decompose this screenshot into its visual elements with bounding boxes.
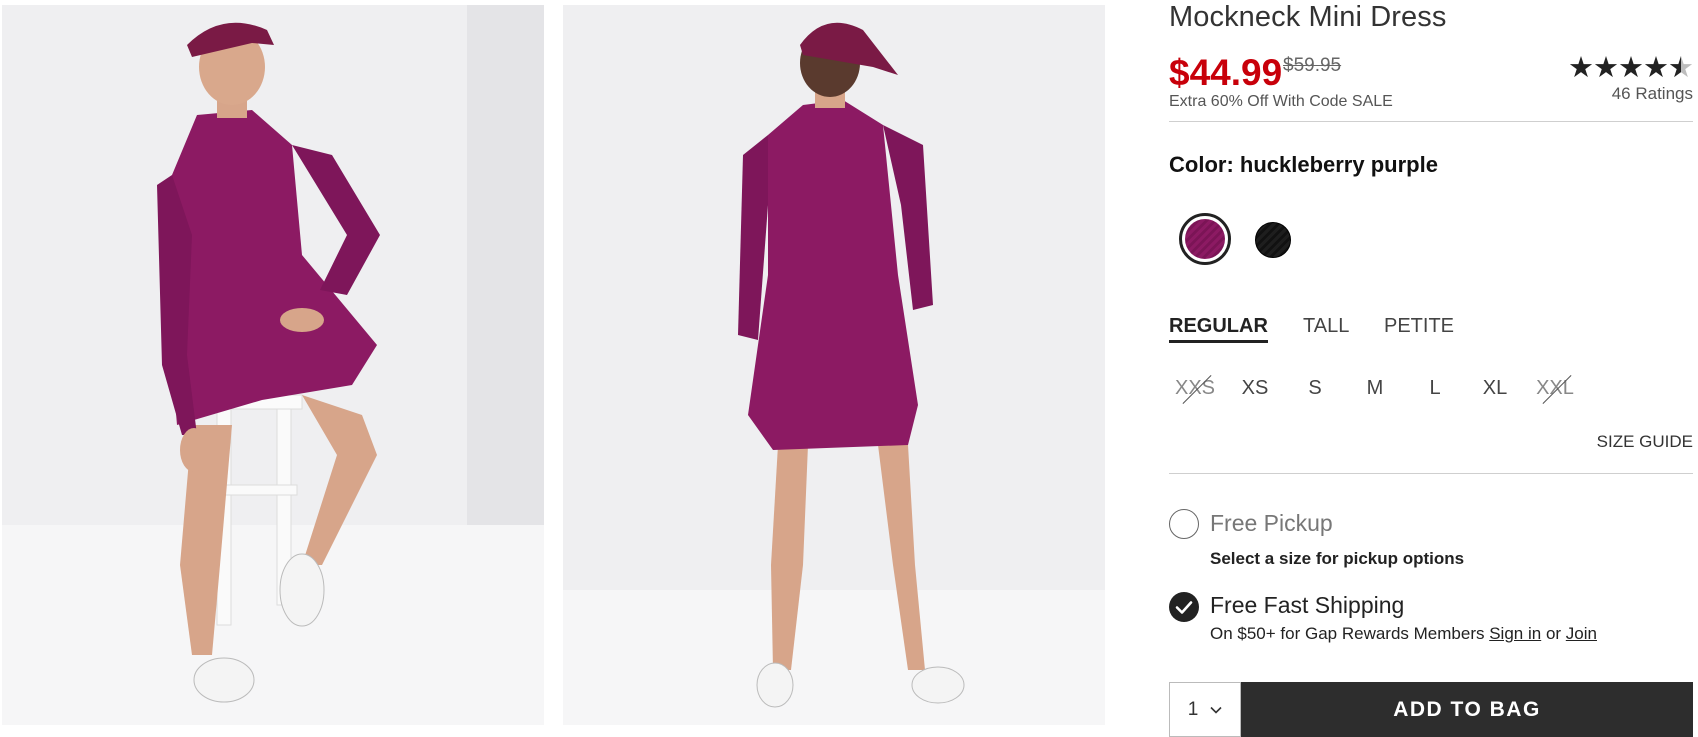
sign-in-link[interactable]: Sign in <box>1489 624 1541 643</box>
size-guide-link[interactable]: SIZE GUIDE <box>1597 432 1693 452</box>
size-m[interactable]: M <box>1345 377 1405 400</box>
size-xxl[interactable]: XXL <box>1525 377 1585 400</box>
size-xl[interactable]: XL <box>1465 377 1525 400</box>
star-icon: ★ <box>1593 52 1619 84</box>
shipping-note: On $50+ for Gap Rewards Members Sign in … <box>1210 624 1597 644</box>
product-image-front[interactable] <box>2 5 544 725</box>
size-s[interactable]: S <box>1285 377 1345 400</box>
tab-tall[interactable]: TALL <box>1303 315 1349 338</box>
or-text: or <box>1545 624 1562 643</box>
star-rating[interactable]: ★★★★★ ★ <box>1568 50 1694 85</box>
divider <box>1169 473 1693 474</box>
join-link[interactable]: Join <box>1566 624 1597 643</box>
checkmark-icon <box>1175 601 1193 614</box>
size-xxs[interactable]: XXS <box>1165 377 1225 400</box>
promo-text: Extra 60% Off With Code SALE <box>1169 93 1393 110</box>
tab-regular[interactable]: REGULAR <box>1169 315 1268 343</box>
model-back-illustration <box>563 5 1105 725</box>
shipping-label[interactable]: Free Fast Shipping <box>1210 592 1404 619</box>
size-xs[interactable]: XS <box>1225 377 1285 400</box>
color-label: Color: huckleberry purple <box>1169 152 1438 177</box>
product-title: Mockneck Mini Dress <box>1169 1 1447 33</box>
pickup-label[interactable]: Free Pickup <box>1210 510 1333 537</box>
size-l[interactable]: L <box>1405 377 1465 400</box>
add-to-bag-button[interactable]: ADD TO BAG <box>1241 682 1693 737</box>
chevron-down-icon <box>1210 706 1222 714</box>
sale-price: $44.99 <box>1169 52 1283 93</box>
quantity-value: 1 <box>1187 698 1199 720</box>
star-icon: ★ <box>1643 52 1669 84</box>
star-icon: ★ <box>1568 52 1594 84</box>
shipping-radio-checked[interactable] <box>1169 592 1199 622</box>
half-star-icon: ★ ★ <box>1668 52 1694 84</box>
model-front-illustration <box>2 5 544 725</box>
star-icon: ★ <box>1618 52 1644 84</box>
quantity-select[interactable]: 1 <box>1169 682 1241 737</box>
product-image-back[interactable] <box>563 5 1105 725</box>
ratings-count[interactable]: 46 Ratings <box>1612 84 1693 104</box>
tab-petite[interactable]: PETITE <box>1384 315 1454 338</box>
swatch-huckleberry-purple[interactable] <box>1179 213 1231 265</box>
original-price: $59.95 <box>1283 55 1342 76</box>
swatch-fill <box>1185 219 1225 259</box>
swatch-black[interactable] <box>1255 222 1291 258</box>
product-details-panel: Mockneck Mini Dress $44.99 $59.95 Extra … <box>1169 0 1694 737</box>
divider <box>1169 121 1693 122</box>
shipping-note-text: On $50+ for Gap Rewards Members <box>1210 624 1485 643</box>
pickup-note: Select a size for pickup options <box>1210 549 1465 568</box>
pickup-radio[interactable] <box>1169 509 1199 539</box>
